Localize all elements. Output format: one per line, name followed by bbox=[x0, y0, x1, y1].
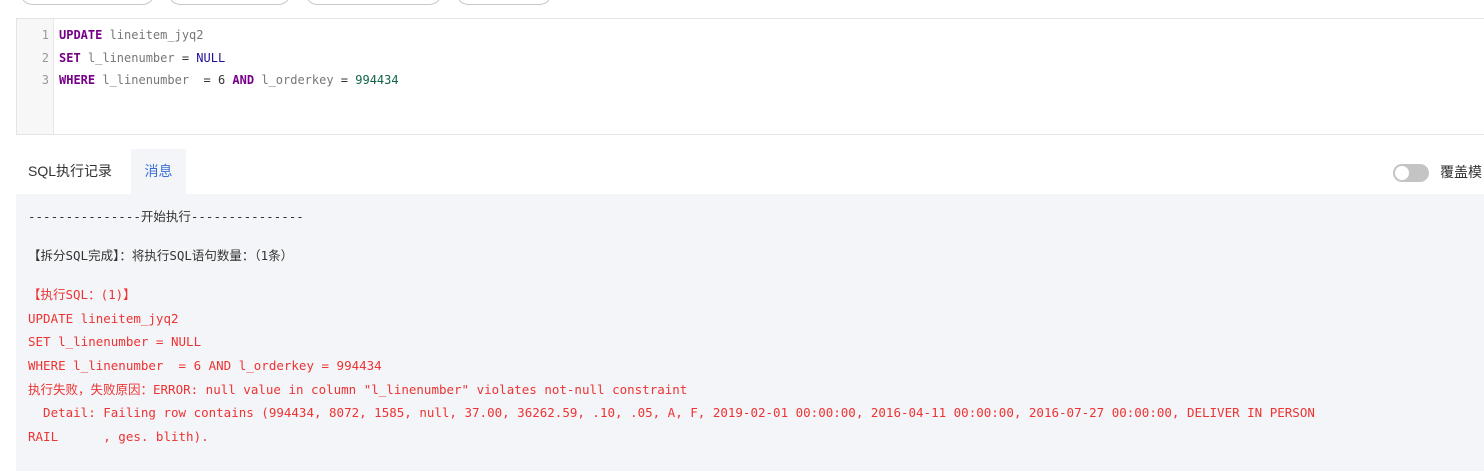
message-exec-header: 【执行SQL：(1)】 bbox=[28, 287, 136, 302]
code-token: l_orderkey bbox=[254, 73, 341, 87]
message-sql-line: WHERE l_linenumber = 6 AND l_orderkey = … bbox=[28, 358, 382, 373]
message-start: ---------------开始执行--------------- bbox=[28, 209, 304, 224]
code-line-2[interactable]: SET l_linenumber = NULL bbox=[59, 47, 225, 70]
code-token: 994434 bbox=[355, 73, 399, 87]
toolbar-button-3[interactable] bbox=[305, 0, 442, 5]
tab-sql-log[interactable]: SQL执行记录 bbox=[28, 149, 112, 194]
overwrite-toggle[interactable] bbox=[1393, 164, 1429, 182]
code-line-3[interactable]: WHERE l_linenumber = 6 AND l_orderkey = … bbox=[59, 69, 399, 92]
toolbar-button-1[interactable] bbox=[20, 0, 155, 5]
line-number: 1 bbox=[41, 28, 49, 42]
code-token: WHERE bbox=[59, 73, 96, 87]
code-token: = 6 bbox=[203, 73, 233, 87]
code-token: SET bbox=[59, 50, 81, 65]
code-token: AND bbox=[232, 73, 255, 87]
toolbar-button-2[interactable] bbox=[168, 0, 291, 5]
message-split: 【拆分SQL完成】：将执行SQL语句数量：（1条） bbox=[28, 248, 294, 263]
toolbar-button-4[interactable] bbox=[456, 0, 552, 5]
toggle-knob bbox=[1395, 166, 1409, 180]
code-token: UPDATE bbox=[59, 28, 103, 42]
message-error: 执行失败，失败原因：ERROR: null value in column "l… bbox=[28, 382, 688, 397]
line-number: 3 bbox=[41, 73, 49, 87]
code-token: lineitem_jyq2 bbox=[102, 28, 204, 42]
message-detail: Detail: Failing row contains (994434, 80… bbox=[28, 405, 1315, 420]
code-token: l_linenumber bbox=[95, 73, 204, 87]
tab-messages[interactable]: 消息 bbox=[131, 149, 186, 194]
code-token: l_linenumber bbox=[80, 50, 182, 65]
code-token: NULL bbox=[189, 50, 226, 65]
code-line-1[interactable]: UPDATE lineitem_jyq2 bbox=[59, 24, 204, 47]
message-sql-line: UPDATE lineitem_jyq2 bbox=[28, 311, 179, 326]
sql-editor[interactable]: 1 2 3 UPDATE lineitem_jyq2 SET l_linenum… bbox=[16, 18, 1484, 135]
code-token: = bbox=[340, 73, 356, 87]
line-number-gutter: 1 2 3 bbox=[17, 19, 54, 134]
message-panel bbox=[16, 194, 1484, 471]
message-sql-line: SET l_linenumber = NULL bbox=[28, 334, 202, 349]
overwrite-toggle-label: 覆盖模 bbox=[1440, 164, 1482, 180]
message-detail-continued: RAIL , ges. blith). bbox=[28, 429, 209, 444]
line-number: 2 bbox=[41, 50, 49, 65]
code-token: = bbox=[181, 50, 190, 65]
